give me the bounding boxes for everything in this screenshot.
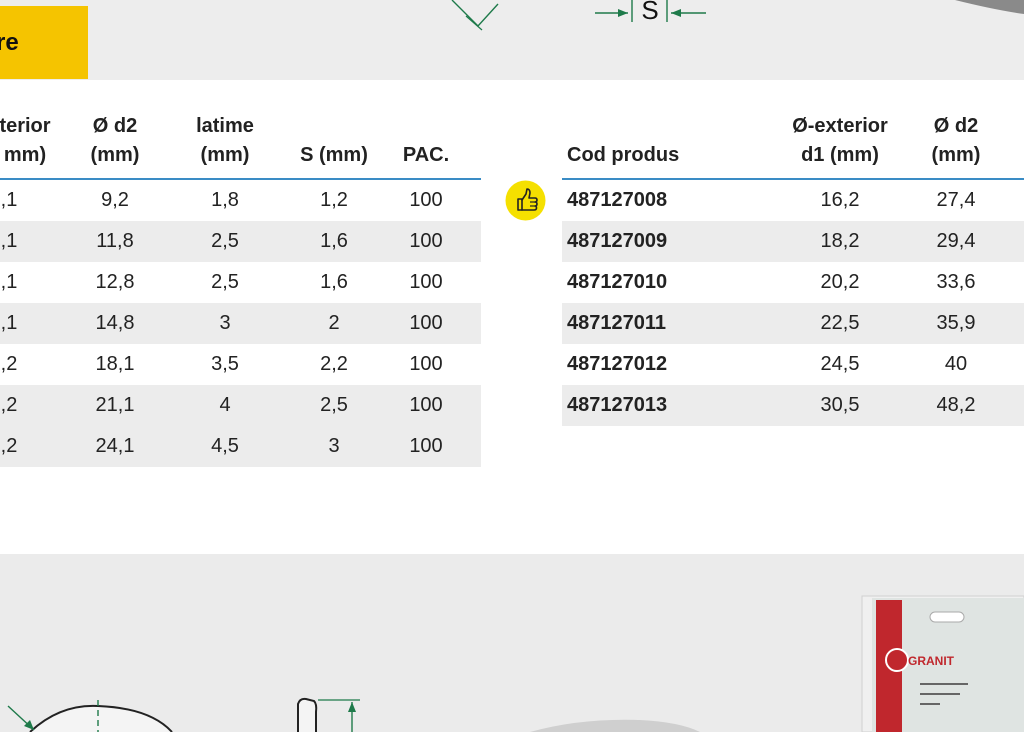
ring-profile bbox=[297, 697, 318, 732]
table-row: ,1 14,8 3 2 100 bbox=[0, 303, 481, 344]
cell-d1: 20,2 bbox=[820, 271, 860, 293]
thumbs-up-icon bbox=[505, 180, 546, 221]
cell-pac: 100 bbox=[409, 435, 443, 457]
right-table: Cod produs Ø-exterior d1 (mm) Ø d2 (mm) … bbox=[562, 80, 1024, 426]
cell-latime: 1,8 bbox=[211, 189, 239, 211]
cell-exterior: ,2 bbox=[0, 394, 18, 416]
cell-product-code: 487127011 bbox=[567, 312, 667, 334]
cell-s: 2 bbox=[328, 312, 340, 334]
cell-product-code: 487127010 bbox=[567, 271, 668, 293]
cell-product-code: 487127013 bbox=[567, 394, 668, 416]
table-row: 487127013 30,5 48,2 bbox=[562, 385, 1024, 426]
table-row: ,1 11,8 2,5 1,6 100 bbox=[0, 221, 481, 262]
cell-pac: 100 bbox=[409, 271, 443, 293]
dimension-label: S bbox=[641, 0, 658, 25]
drawing-angle-line bbox=[451, 0, 499, 28]
cell-d2: 35,9 bbox=[936, 312, 976, 334]
cell-s: 1,6 bbox=[320, 271, 348, 293]
product-package: GRANIT bbox=[861, 595, 1024, 732]
table-row: ,2 24,1 4,5 3 100 bbox=[0, 426, 481, 467]
table-row: ,2 18,1 3,5 2,2 100 bbox=[0, 344, 481, 385]
header-s: S (mm) bbox=[300, 144, 368, 166]
table-row: ,1 9,2 1,8 1,2 100 bbox=[0, 180, 481, 221]
table-row: ,2 21,1 4 2,5 100 bbox=[0, 385, 481, 426]
cell-latime: 2,5 bbox=[211, 230, 239, 252]
cell-d2: 21,1 bbox=[95, 394, 135, 416]
cell-exterior: ,1 bbox=[0, 230, 18, 252]
cell-latime: 2,5 bbox=[211, 271, 239, 293]
left-table-header: terior mm) Ø d2 (mm) latime (mm) S (mm) … bbox=[0, 80, 481, 180]
cell-product-code: 487127008 bbox=[567, 189, 668, 211]
cell-exterior: ,2 bbox=[0, 435, 18, 457]
cell-s: 1,6 bbox=[320, 230, 348, 252]
cell-d2: 18,1 bbox=[95, 353, 135, 375]
cell-exterior: ,1 bbox=[0, 312, 18, 334]
bottom-technical-drawing: GRANIT bbox=[7, 595, 1024, 732]
cell-d2: 29,4 bbox=[936, 230, 976, 252]
cell-pac: 100 bbox=[409, 394, 443, 416]
cell-d2: 48,2 bbox=[936, 394, 976, 416]
cell-d2: 33,6 bbox=[936, 271, 976, 293]
grey-part-shape bbox=[530, 719, 700, 732]
header-exterior-d1: Ø-exterior d1 (mm) bbox=[792, 115, 888, 166]
cell-pac: 100 bbox=[409, 230, 443, 252]
cell-pac: 100 bbox=[409, 353, 443, 375]
cell-s: 3 bbox=[328, 435, 340, 457]
cell-latime: 3 bbox=[219, 312, 231, 334]
cell-s: 2,2 bbox=[320, 353, 348, 375]
cell-latime: 3,5 bbox=[211, 353, 239, 375]
left-table: terior mm) Ø d2 (mm) latime (mm) S (mm) … bbox=[0, 80, 481, 467]
cell-exterior: ,1 bbox=[0, 189, 18, 211]
ring-outline bbox=[29, 704, 173, 732]
cell-d1: 30,5 bbox=[820, 394, 860, 416]
cell-d1: 16,2 bbox=[820, 189, 860, 211]
cell-exterior: ,2 bbox=[0, 353, 18, 375]
right-table-header: Cod produs Ø-exterior d1 (mm) Ø d2 (mm) bbox=[562, 80, 1024, 180]
cell-s: 1,2 bbox=[320, 189, 348, 211]
cell-exterior: ,1 bbox=[0, 271, 18, 293]
cell-pac: 100 bbox=[409, 189, 443, 211]
cell-d2: 27,4 bbox=[936, 189, 976, 211]
package-brand: GRANIT bbox=[908, 654, 955, 668]
package-logo-icon bbox=[885, 648, 909, 672]
table-row: 487127008 16,2 27,4 bbox=[562, 180, 1024, 221]
cell-latime: 4,5 bbox=[211, 435, 239, 457]
header-exterior: terior mm) bbox=[0, 115, 51, 166]
cell-d2: 24,1 bbox=[95, 435, 135, 457]
table-row: ,1 12,8 2,5 1,6 100 bbox=[0, 262, 481, 303]
cell-d2: 40 bbox=[944, 353, 968, 375]
table-row: 487127011 22,5 35,9 bbox=[562, 303, 1024, 344]
top-technical-drawing: S bbox=[451, 0, 1024, 31]
cell-latime: 4 bbox=[219, 394, 231, 416]
package-hang-hole bbox=[929, 611, 965, 623]
cell-d1: 24,5 bbox=[820, 353, 860, 375]
table-row: 487127012 24,5 40 bbox=[562, 344, 1024, 385]
drawing-shadow-shape bbox=[955, 0, 1024, 14]
cell-product-code: 487127009 bbox=[567, 230, 668, 252]
table-row: 487127009 18,2 29,4 bbox=[562, 221, 1024, 262]
header-cod-produs: Cod produs bbox=[567, 144, 680, 166]
dimension-arrowhead-left bbox=[618, 9, 628, 17]
cell-d2: 14,8 bbox=[95, 312, 135, 334]
cell-product-code: 487127012 bbox=[567, 353, 668, 375]
drawing-leader-line bbox=[465, 15, 483, 31]
cell-d1: 22,5 bbox=[820, 312, 860, 334]
cell-d2: 12,8 bbox=[95, 271, 135, 293]
dimension-arrowhead-right bbox=[671, 9, 681, 17]
header-pac: PAC. bbox=[402, 144, 450, 166]
cell-d2: 9,2 bbox=[101, 189, 129, 211]
cell-d1: 18,2 bbox=[820, 230, 860, 252]
profile-arrowhead bbox=[348, 702, 356, 712]
bottom-banner: GRANIT bbox=[0, 554, 1024, 732]
header-latime: latime (mm) bbox=[196, 115, 254, 166]
header-d2: Ø d2 (mm) bbox=[90, 115, 140, 166]
table-row: 487127010 20,2 33,6 bbox=[562, 262, 1024, 303]
cell-d2: 11,8 bbox=[96, 230, 134, 252]
header-d2: Ø d2 (mm) bbox=[931, 115, 981, 166]
cell-s: 2,5 bbox=[320, 394, 348, 416]
cell-pac: 100 bbox=[409, 312, 443, 334]
